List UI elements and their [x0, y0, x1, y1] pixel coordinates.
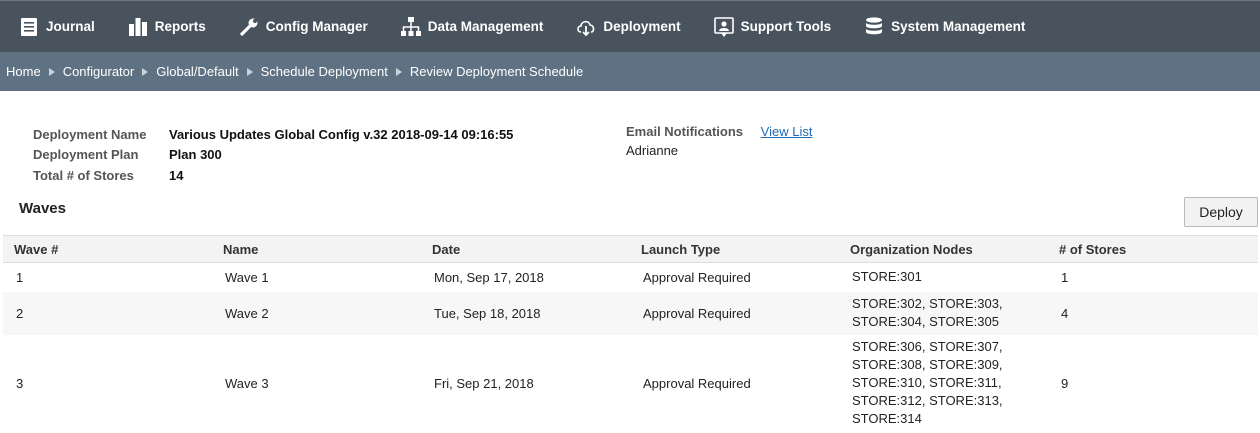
launch-type-cell: Approval Required [643, 269, 751, 285]
view-list-link[interactable]: View List [761, 124, 813, 139]
organization-nodes-cell: STORE:302, STORE:303, STORE:304, STORE:3… [839, 291, 1048, 335]
column-header-launch-type[interactable]: Launch Type [630, 235, 839, 263]
nav-label: Support Tools [740, 19, 832, 34]
breadcrumb-separator-icon [142, 67, 149, 76]
wave-name-cell: Wave 3 [225, 375, 269, 391]
wrench-icon [238, 16, 260, 38]
table-row[interactable]: 1 Wave 1 Mon, Sep 17, 2018 Approval Requ… [3, 263, 1258, 292]
store-count-cell: 4 [1048, 291, 1258, 335]
nav-label: Reports [154, 19, 206, 34]
column-header-name[interactable]: Name [212, 235, 421, 263]
email-notifications-label: Email Notifications [626, 124, 744, 139]
total-stores-value: 14 [169, 167, 184, 183]
breadcrumb-review-deployment-schedule: Review Deployment Schedule [409, 64, 584, 79]
top-navigation: Journal Reports Config Manager Data Mana… [0, 0, 1260, 52]
nav-journal[interactable]: Journal [0, 1, 109, 52]
deployment-name-value: Various Updates Global Config v.32 2018-… [169, 126, 514, 142]
waves-heading: Waves [19, 200, 66, 217]
table-row[interactable]: 3 Wave 3 Fri, Sep 21, 2018 Approval Requ… [3, 335, 1258, 432]
node-line: STORE:308, STORE:309, [852, 357, 1003, 372]
store-count-cell: 1 [1061, 269, 1069, 285]
table-row[interactable]: 2 Wave 2 Tue, Sep 18, 2018 Approval Requ… [3, 291, 1258, 335]
wave-number-cell: 1 [16, 269, 24, 285]
email-recipient: Adrianne [626, 143, 679, 158]
nav-data-management[interactable]: Data Management [382, 1, 558, 52]
bar-chart-icon [127, 16, 149, 38]
wave-date-cell: Mon, Sep 17, 2018 [434, 269, 544, 285]
launch-type-cell: Approval Required [630, 291, 839, 335]
deploy-button[interactable]: Deploy [1184, 197, 1258, 227]
breadcrumb-schedule-deployment[interactable]: Schedule Deployment [261, 64, 388, 79]
wave-date-cell: Tue, Sep 18, 2018 [421, 291, 630, 335]
node-line: STORE:301 [852, 269, 922, 285]
wave-name-cell: Wave 1 [225, 269, 269, 285]
total-stores-label: Total # of Stores [33, 167, 134, 183]
breadcrumb-separator-icon [246, 67, 253, 76]
wave-name-cell: Wave 2 [212, 291, 421, 335]
table-header-row: Wave # Name Date Launch Type Organizatio… [3, 235, 1258, 263]
breadcrumb-separator-icon [395, 67, 402, 76]
breadcrumb-global-default[interactable]: Global/Default [156, 64, 238, 79]
nav-reports[interactable]: Reports [109, 1, 220, 52]
breadcrumb-separator-icon [48, 67, 55, 76]
node-line: STORE:306, STORE:307, [852, 339, 1003, 354]
cloud-download-icon [575, 16, 597, 38]
summary-row: Deployment Plan Plan 300 [33, 145, 513, 166]
deployment-name-label: Deployment Name [33, 126, 147, 142]
node-line: STORE:302, STORE:303, [852, 296, 1003, 311]
wave-number-cell: 2 [3, 291, 212, 335]
nav-label: Data Management [427, 19, 544, 34]
organization-nodes-cell: STORE:306, STORE:307, STORE:308, STORE:3… [839, 335, 1048, 432]
node-line: STORE:314 [852, 411, 922, 426]
deployment-summary: Deployment Name Various Updates Global C… [33, 124, 513, 186]
summary-row: Deployment Name Various Updates Global C… [33, 124, 513, 145]
journal-icon [18, 16, 40, 38]
deployment-plan-label: Deployment Plan [33, 147, 139, 163]
nav-system-management[interactable]: System Management [845, 1, 1039, 52]
deployment-plan-value: Plan 300 [169, 147, 222, 163]
node-line: STORE:312, STORE:313, [852, 393, 1003, 408]
wave-date-cell: Fri, Sep 21, 2018 [434, 375, 534, 391]
column-header-wave-number[interactable]: Wave # [3, 235, 212, 263]
nav-label: System Management [891, 19, 1026, 34]
column-header-organization-nodes[interactable]: Organization Nodes [839, 235, 1048, 263]
column-header-date[interactable]: Date [421, 235, 630, 263]
breadcrumb: Home Configurator Global/Default Schedul… [0, 52, 1260, 91]
email-notifications: Email Notifications View List Adrianne [626, 124, 812, 158]
wave-number-cell: 3 [16, 375, 24, 391]
summary-row: Total # of Stores 14 [33, 165, 513, 186]
breadcrumb-configurator[interactable]: Configurator [63, 64, 135, 79]
hierarchy-icon [400, 16, 422, 38]
organization-nodes-cell: STORE:301 [839, 263, 1048, 292]
database-icon [863, 16, 885, 38]
nav-label: Config Manager [265, 19, 368, 34]
store-count-cell: 9 [1061, 375, 1069, 391]
support-icon [713, 16, 735, 38]
launch-type-cell: Approval Required [643, 375, 751, 391]
nav-label: Journal [46, 19, 95, 34]
nav-config-manager[interactable]: Config Manager [220, 1, 382, 52]
breadcrumb-home[interactable]: Home [6, 64, 41, 79]
nav-label: Deployment [603, 19, 681, 34]
column-header-store-count[interactable]: # of Stores [1048, 235, 1258, 263]
nav-deployment[interactable]: Deployment [557, 1, 694, 52]
nav-support-tools[interactable]: Support Tools [695, 1, 846, 52]
waves-table: Wave # Name Date Launch Type Organizatio… [3, 235, 1258, 432]
node-line: STORE:310, STORE:311, [852, 375, 1002, 390]
node-line: STORE:304, STORE:305 [852, 314, 999, 329]
